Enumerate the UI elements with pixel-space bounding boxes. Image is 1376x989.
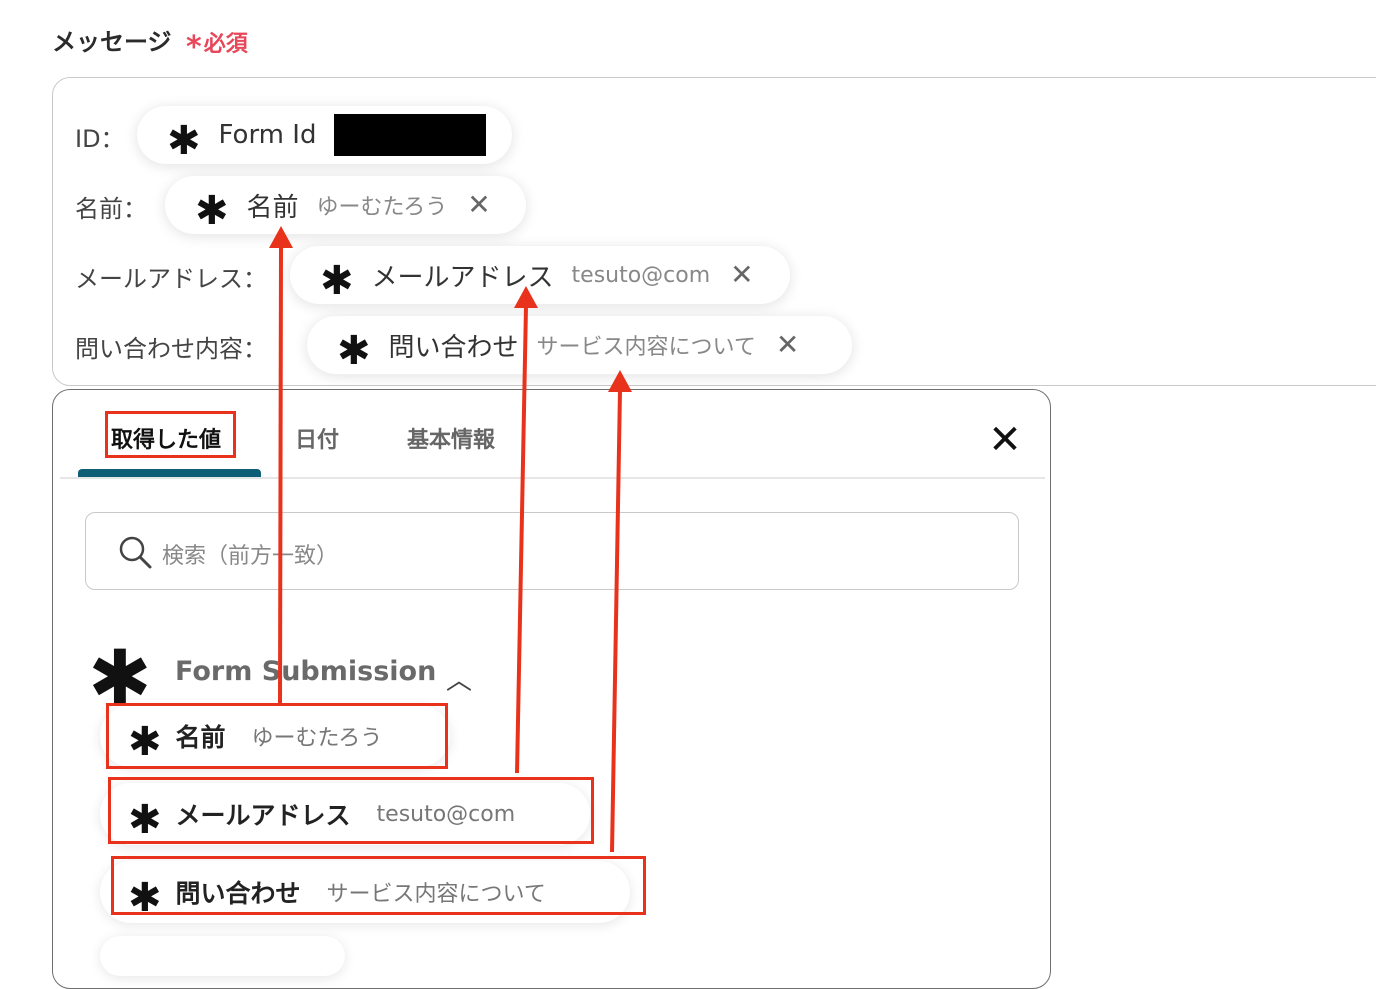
arrow-name [278, 245, 283, 704]
arrow-inquiry [610, 389, 622, 853]
arrow-email [515, 305, 528, 774]
annotation-arrows [269, 226, 632, 853]
